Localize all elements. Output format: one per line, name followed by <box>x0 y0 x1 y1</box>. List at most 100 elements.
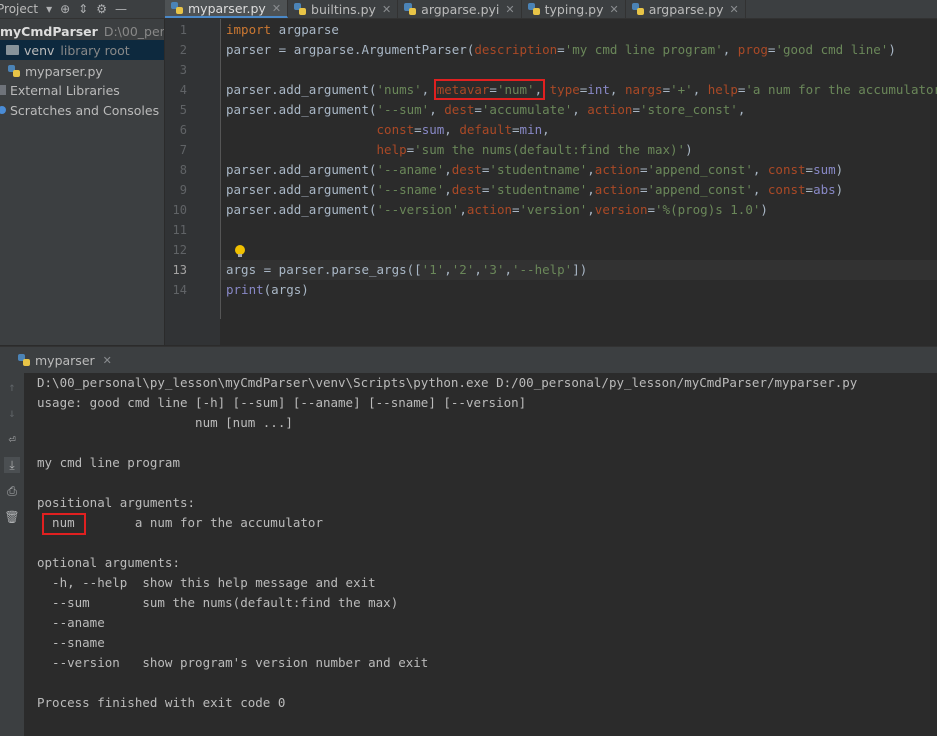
tree-item-myparser[interactable]: myparser.py <box>8 61 103 81</box>
console-line: --version show program's version number … <box>37 655 429 670</box>
code-line-7: help='sum the nums(default:find the max)… <box>376 142 693 157</box>
run-toolbar: ↑ ↓ ⏎ ⤓ ⎙ 🗑 <box>0 373 24 736</box>
locate-icon[interactable]: ⊕ <box>60 2 70 16</box>
hide-icon[interactable]: — <box>115 2 127 16</box>
tree-item-label: Scratches and Consoles <box>10 102 160 118</box>
line-number: 5 <box>179 103 187 117</box>
console-line: num a num for the accumulator <box>37 515 323 530</box>
line-number: 12 <box>172 243 187 257</box>
console-line: --sname <box>37 635 105 650</box>
python-file-icon <box>171 2 183 14</box>
code-line-14: print(args) <box>226 282 309 297</box>
library-root-note: library root <box>60 42 130 58</box>
code-editor[interactable]: 1 2 3 4 5 6 7 8 9 10 11 12 13 14 import … <box>165 19 937 345</box>
print-icon[interactable]: ⎙ <box>4 483 20 499</box>
close-icon[interactable]: ✕ <box>610 3 619 16</box>
arrow-down-icon[interactable]: ↓ <box>4 405 20 421</box>
python-file-icon <box>294 3 307 15</box>
editor-tabs: myparser.py ✕ builtins.py ✕ argparse.pyi… <box>165 0 746 18</box>
arrow-up-icon[interactable]: ↑ <box>4 379 20 395</box>
collapse-icon[interactable]: ⇕ <box>78 2 88 16</box>
line-number: 11 <box>172 223 187 237</box>
tree-item-scratches[interactable]: Scratches and Consoles <box>0 100 159 120</box>
code-line-5: parser.add_argument('--sum', dest='accum… <box>226 102 746 117</box>
console-output[interactable]: D:\00_personal\py_lesson\myCmdParser\ven… <box>24 373 937 736</box>
soft-wrap-icon[interactable]: ⏎ <box>4 431 20 447</box>
console-line: positional arguments: <box>37 495 196 510</box>
python-file-icon <box>8 65 20 77</box>
project-panel-header[interactable]: Project ▾ ⊕ ⇕ ⚙ — <box>0 0 165 18</box>
tab-argparse-pyi[interactable]: argparse.pyi ✕ <box>398 0 522 18</box>
code-line-2: parser = argparse.ArgumentParser(descrip… <box>226 42 896 57</box>
python-stub-icon <box>404 3 417 15</box>
tree-item-label: venv <box>24 42 55 58</box>
python-run-icon <box>18 354 30 366</box>
code-line-4: parser.add_argument('nums', metavar='num… <box>226 79 937 100</box>
run-tab-bar: myparser ✕ <box>0 346 937 374</box>
tree-item-external-libraries[interactable]: External Libraries <box>0 80 120 100</box>
close-icon[interactable]: ✕ <box>382 3 391 16</box>
project-header-label: Project <box>0 2 39 16</box>
code-line-1: import argparse <box>226 22 339 37</box>
folder-icon <box>6 45 19 55</box>
close-icon[interactable]: ✕ <box>505 3 514 16</box>
line-number: 10 <box>172 203 187 217</box>
tab-label: argparse.py <box>648 1 724 17</box>
console-line: my cmd line program <box>37 455 180 470</box>
run-tab-label: myparser <box>35 352 95 368</box>
line-number: 4 <box>179 83 187 97</box>
tab-typing[interactable]: typing.py ✕ <box>522 0 626 18</box>
line-number: 13 <box>172 263 187 277</box>
console-line: Process finished with exit code 0 <box>37 695 286 710</box>
console-line: optional arguments: <box>37 555 180 570</box>
tab-label: builtins.py <box>311 1 376 17</box>
tab-builtins[interactable]: builtins.py ✕ <box>288 0 399 18</box>
tab-label: typing.py <box>544 1 604 17</box>
console-line: --sum sum the nums(default:find the max) <box>37 595 399 610</box>
metavar-highlight-box: metavar='num', <box>433 79 546 100</box>
console-line: -h, --help show this help message and ex… <box>37 575 376 590</box>
line-number: 7 <box>179 143 187 157</box>
python-file-icon <box>527 3 540 15</box>
console-line: num [num ...] <box>37 415 293 430</box>
close-icon[interactable]: ✕ <box>272 2 281 15</box>
scratches-icon <box>0 106 6 114</box>
intention-bulb-icon[interactable] <box>235 245 245 257</box>
tree-root[interactable]: myCmdParser D:\00_perso <box>0 21 164 41</box>
code-line-10: parser.add_argument('--version',action='… <box>226 202 768 217</box>
line-number: 6 <box>179 123 187 137</box>
python-file-icon <box>631 3 644 15</box>
code-line-8: parser.add_argument('--aname',dest='stud… <box>226 162 844 177</box>
scroll-to-end-icon[interactable]: ⤓ <box>4 457 20 473</box>
top-bar: Project ▾ ⊕ ⇕ ⚙ — myparser.py ✕ builtins… <box>0 0 937 19</box>
close-icon[interactable]: ✕ <box>729 3 738 16</box>
code-line-6: const=sum, default=min, <box>376 122 550 137</box>
tab-label: myparser.py <box>188 0 266 16</box>
trash-icon[interactable]: 🗑 <box>4 509 20 525</box>
gear-icon[interactable]: ⚙ <box>96 2 107 16</box>
root-path: D:\00_perso <box>103 23 164 39</box>
console-line: --aname <box>37 615 105 630</box>
library-icon <box>0 85 6 95</box>
line-number: 14 <box>172 283 187 297</box>
tree-item-label: External Libraries <box>10 82 120 98</box>
console-line: usage: good cmd line [-h] [--sum] [--ana… <box>37 395 527 410</box>
tree-item-label: myparser.py <box>25 63 103 79</box>
line-number: 1 <box>179 23 187 37</box>
tab-argparse-py[interactable]: argparse.py ✕ <box>626 0 746 18</box>
dropdown-icon[interactable]: ▾ <box>46 2 52 16</box>
line-number: 8 <box>179 163 187 177</box>
tree-item-venv[interactable]: venv library root <box>0 40 164 60</box>
tab-label: argparse.pyi <box>421 1 500 17</box>
console-line: D:\00_personal\py_lesson\myCmdParser\ven… <box>37 375 858 390</box>
project-tree: myCmdParser D:\00_perso venv library roo… <box>0 19 164 345</box>
code-line-9: parser.add_argument('--sname',dest='stud… <box>226 182 844 197</box>
line-number: 3 <box>179 63 187 77</box>
line-number: 9 <box>179 183 187 197</box>
line-number: 2 <box>179 43 187 57</box>
code-line-13: args = parser.parse_args(['1','2','3','-… <box>226 262 588 277</box>
run-tab-myparser[interactable]: myparser ✕ <box>18 351 112 369</box>
close-icon[interactable]: ✕ <box>103 354 112 367</box>
root-name: myCmdParser <box>0 23 98 39</box>
tab-myparser[interactable]: myparser.py ✕ <box>165 0 289 18</box>
